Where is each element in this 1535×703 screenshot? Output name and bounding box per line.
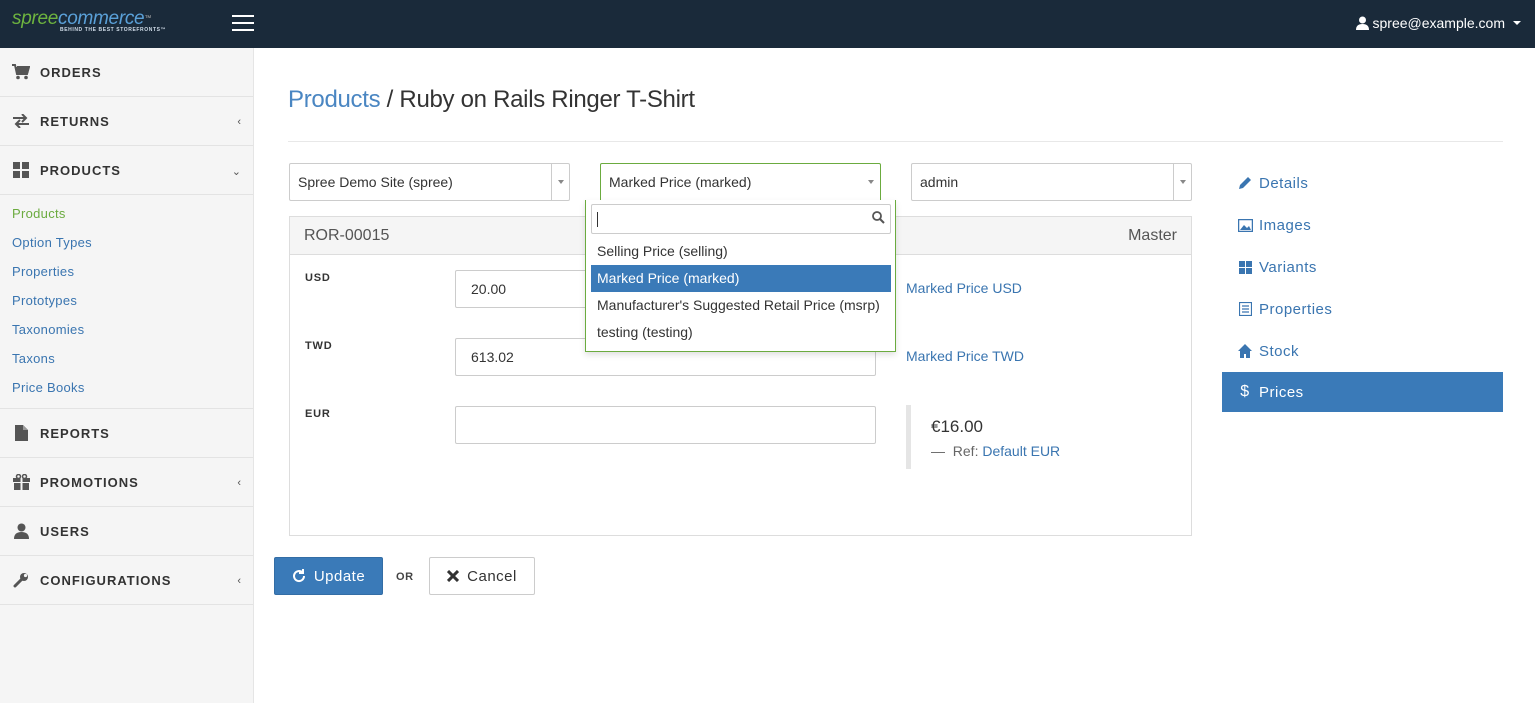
select-arrow-icon — [1173, 164, 1191, 200]
tab-details[interactable]: Details — [1222, 162, 1503, 204]
user-icon — [1355, 16, 1369, 30]
dollar-icon: $ — [1240, 383, 1250, 400]
store-select[interactable]: Spree Demo Site (spree) — [289, 163, 570, 201]
subnav-price-books[interactable]: Price Books — [0, 373, 253, 402]
subnav-products[interactable]: Products — [0, 199, 253, 228]
chevron-left-icon: ‹ — [237, 575, 241, 587]
home-icon — [1237, 344, 1253, 358]
page-title: Products / Ruby on Rails Ringer T-Shirt — [288, 86, 695, 113]
sidebar-item-users[interactable]: USERS — [0, 507, 253, 556]
gift-icon — [12, 473, 30, 491]
products-subnav: Products Option Types Properties Prototy… — [0, 195, 253, 409]
product-name: Ruby on Rails Ringer T-Shirt — [399, 86, 695, 113]
sidebar-item-orders[interactable]: ORDERS — [0, 48, 253, 97]
user-email: spree@example.com — [1372, 15, 1506, 31]
text-cursor — [597, 212, 598, 227]
option-marked-price[interactable]: Marked Price (marked) — [591, 265, 891, 292]
option-testing[interactable]: testing (testing) — [591, 319, 891, 346]
update-button[interactable]: Update — [274, 557, 383, 595]
sidebar-item-promotions[interactable]: PROMOTIONS ‹ — [0, 458, 253, 507]
select-arrow-icon — [551, 164, 569, 200]
currency-label-twd: TWD — [305, 340, 333, 352]
divider — [288, 141, 1503, 142]
marked-price-usd-link[interactable]: Marked Price USD — [906, 280, 1022, 296]
price-book-select[interactable]: Marked Price (marked) — [600, 163, 881, 201]
picture-icon — [1237, 218, 1253, 232]
tab-stock[interactable]: Stock — [1222, 330, 1503, 372]
chevron-left-icon: ‹ — [237, 116, 241, 128]
default-eur-link[interactable]: Default EUR — [982, 443, 1060, 459]
or-separator: OR — [396, 571, 414, 583]
variant-sku: ROR-00015 — [304, 226, 390, 244]
dropdown-search-input[interactable] — [591, 204, 891, 234]
spree-logo[interactable]: spreecommerce™ BEHIND THE BEST STOREFRON… — [12, 9, 167, 34]
logo-tagline: BEHIND THE BEST STOREFRONTS™ — [60, 27, 167, 33]
tab-properties[interactable]: Properties — [1222, 288, 1503, 330]
sidebar-item-reports[interactable]: REPORTS — [0, 409, 253, 458]
user-icon — [12, 522, 30, 540]
subnav-taxons[interactable]: Taxons — [0, 344, 253, 373]
refresh-icon — [292, 569, 305, 583]
subnav-option-types[interactable]: Option Types — [0, 228, 253, 257]
top-bar: spreecommerce™ BEHIND THE BEST STOREFRON… — [0, 0, 1535, 48]
list-icon — [1237, 302, 1253, 316]
subnav-prototypes[interactable]: Prototypes — [0, 286, 253, 315]
caret-down-icon — [1513, 21, 1521, 25]
product-tabs: Details Images Variants Properties Stock… — [1222, 162, 1503, 412]
role-select[interactable]: admin — [911, 163, 1192, 201]
cancel-button[interactable]: Cancel — [429, 557, 535, 595]
currency-label-eur: EUR — [305, 408, 331, 420]
dropdown-options: Selling Price (selling) Marked Price (ma… — [591, 238, 891, 346]
option-msrp[interactable]: Manufacturer's Suggested Retail Price (m… — [591, 292, 891, 319]
sidebar-item-returns[interactable]: RETURNS ‹ — [0, 97, 253, 146]
th-large-icon — [12, 161, 30, 179]
wrench-icon — [12, 571, 30, 589]
breadcrumb-products[interactable]: Products — [288, 86, 381, 113]
menu-toggle-icon[interactable] — [232, 15, 254, 31]
subnav-taxonomies[interactable]: Taxonomies — [0, 315, 253, 344]
user-menu[interactable]: spree@example.com — [1355, 15, 1521, 31]
chevron-down-icon: ⌄ — [231, 166, 241, 178]
tab-images[interactable]: Images — [1222, 204, 1503, 246]
reference-amount: €16.00 — [931, 417, 983, 436]
pencil-icon — [1237, 176, 1253, 190]
cart-icon — [12, 63, 30, 81]
sidebar-item-products[interactable]: PRODUCTS ⌄ — [0, 146, 253, 195]
option-selling-price[interactable]: Selling Price (selling) — [591, 238, 891, 265]
sidebar-item-configurations[interactable]: CONFIGURATIONS ‹ — [0, 556, 253, 605]
tab-prices[interactable]: $ Prices — [1222, 372, 1503, 412]
exchange-icon — [12, 112, 30, 130]
close-icon — [447, 570, 460, 582]
search-icon — [872, 211, 885, 229]
price-input-eur[interactable] — [455, 406, 876, 444]
tab-variants[interactable]: Variants — [1222, 246, 1503, 288]
price-book-dropdown: Selling Price (selling) Marked Price (ma… — [585, 200, 896, 352]
file-icon — [12, 424, 30, 442]
reference-price: €16.00 — Ref: Default EUR — [906, 405, 1060, 469]
chevron-left-icon: ‹ — [237, 477, 241, 489]
th-large-icon — [1237, 260, 1253, 274]
variant-type: Master — [1128, 226, 1177, 244]
sidebar: ORDERS RETURNS ‹ PRODUCTS ⌄ Products Opt… — [0, 48, 254, 703]
marked-price-twd-link[interactable]: Marked Price TWD — [906, 348, 1024, 364]
subnav-properties[interactable]: Properties — [0, 257, 253, 286]
select-arrow-icon — [862, 164, 880, 200]
currency-label-usd: USD — [305, 272, 331, 284]
